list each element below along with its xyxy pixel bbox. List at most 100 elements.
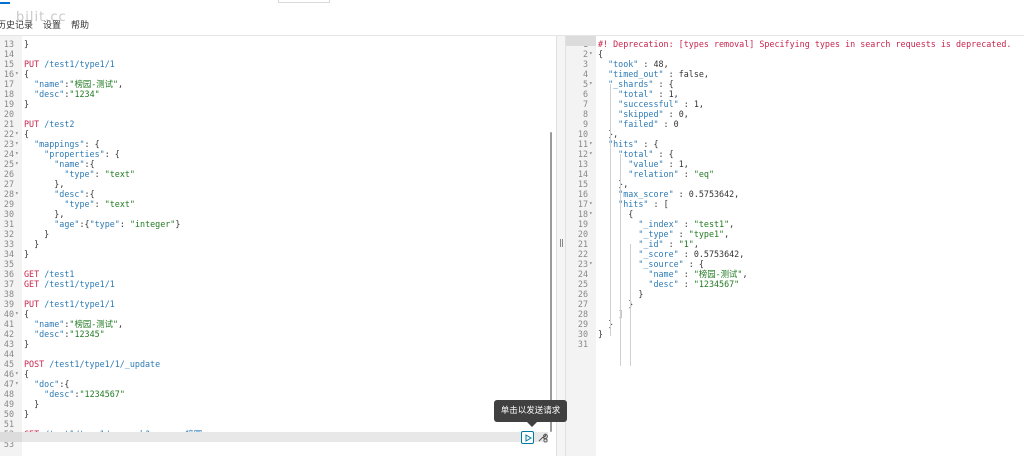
request-code-line[interactable]: "desc":"12345" <box>24 329 105 339</box>
response-code-line[interactable]: "_type" : "type1", <box>598 229 729 239</box>
request-code-line[interactable]: { <box>24 69 29 79</box>
response-code-line[interactable]: #! Deprecation: [types removal] Specifyi… <box>598 39 1011 49</box>
response-line-number: 16 <box>577 189 588 199</box>
request-line-number: 41 <box>3 319 14 329</box>
menu-help[interactable]: 帮助 <box>71 18 89 32</box>
response-code-line[interactable]: "_index" : "test1", <box>598 219 734 229</box>
request-code-area[interactable]: } PUT /test1/type1/1{ "name":"榜园-测试", "de… <box>22 36 556 456</box>
fold-toggle-icon[interactable]: ▾ <box>15 309 19 319</box>
request-code-line[interactable]: "mappings": { <box>24 139 100 149</box>
fold-toggle-icon[interactable]: ▾ <box>15 369 19 379</box>
fold-toggle-icon[interactable]: ▾ <box>589 149 593 159</box>
request-code-line[interactable]: } <box>24 229 49 239</box>
response-code-line[interactable]: } <box>598 299 633 309</box>
active-tab-indicator <box>0 0 10 4</box>
response-code-line[interactable]: "hits" : [ <box>598 199 668 209</box>
response-code-line[interactable]: "_source" : { <box>598 259 704 269</box>
response-viewer[interactable]: 12▾345▾67891011▾12▾1314151617▾18▾1920212… <box>566 36 1024 456</box>
response-code-line[interactable]: "relation" : "eq" <box>598 169 714 179</box>
request-code-line[interactable]: } <box>24 39 29 49</box>
request-code-line[interactable]: } <box>24 339 29 349</box>
request-editor[interactable]: 13 14 15 16 ▾ 17 18 19 20 21 22 ▾ 23 ▾ 24 ▾ 25 ▾ 26 27 28 ▾ 29… <box>0 36 556 456</box>
indent-guide <box>630 244 631 366</box>
response-code-line[interactable]: "_id" : "1", <box>598 239 699 249</box>
request-code-line[interactable]: "name":{ <box>24 159 94 169</box>
request-code-line[interactable]: } <box>24 239 39 249</box>
request-code-line[interactable]: } <box>24 409 29 419</box>
request-code-line[interactable]: PUT /test1/type1/1 <box>24 299 115 309</box>
response-code-line[interactable]: "timed_out" : false, <box>598 69 709 79</box>
response-code-line[interactable]: "successful" : 1, <box>598 99 704 109</box>
response-code-line[interactable]: }, <box>598 129 618 139</box>
request-line-number: 31 <box>3 219 14 229</box>
fold-toggle-icon[interactable]: ▾ <box>589 79 593 89</box>
request-code-line[interactable]: "desc":"1234567" <box>24 389 125 399</box>
response-line-number: 23 <box>577 259 588 269</box>
indent-guide <box>610 84 611 336</box>
request-code-line[interactable]: "name":"榜园-测试", <box>24 79 123 89</box>
request-code-line[interactable]: "properties": { <box>24 149 120 159</box>
request-line-number: 38 <box>3 289 14 299</box>
request-code-line[interactable]: "doc":{ <box>24 379 69 389</box>
request-code-line[interactable]: GET /test1 <box>24 269 74 279</box>
request-code-line[interactable]: { <box>24 369 29 379</box>
menu-history[interactable]: 历史记录 <box>0 18 33 32</box>
request-line-number: 44 <box>3 349 14 359</box>
resizer-grip-icon[interactable] <box>560 239 563 247</box>
request-code-line[interactable]: PUT /test2 <box>24 119 74 129</box>
fold-toggle-icon[interactable]: ▾ <box>15 149 19 159</box>
request-line-number: 29 <box>3 199 14 209</box>
fold-toggle-icon[interactable]: ▾ <box>589 209 593 219</box>
request-line-number: 15 <box>3 59 14 69</box>
fold-toggle-icon[interactable]: ▾ <box>589 49 593 59</box>
request-code-line[interactable]: "age":{"type": "integer"} <box>24 219 180 229</box>
request-line-number: 26 <box>3 169 14 179</box>
request-code-line[interactable]: { <box>24 309 29 319</box>
menu-settings[interactable]: 设置 <box>43 18 61 32</box>
request-scrollbar-thumb[interactable] <box>550 132 552 432</box>
response-code-line[interactable]: "value" : 1, <box>598 159 689 169</box>
request-code-line[interactable]: "desc":{ <box>24 189 94 199</box>
request-line-number: 46 <box>3 369 14 379</box>
request-code-line[interactable]: "type": "text" <box>24 169 135 179</box>
request-options-button[interactable] <box>536 431 549 444</box>
top-dropdown-stub[interactable] <box>278 0 330 3</box>
request-line-number: 28 <box>3 189 14 199</box>
request-code-line[interactable]: PUT /test1/type1/1 <box>24 59 115 69</box>
fold-toggle-icon[interactable]: ▾ <box>15 379 19 389</box>
response-code-line[interactable]: { <box>598 209 633 219</box>
response-code-line[interactable]: } <box>598 329 603 339</box>
fold-toggle-icon[interactable]: ▾ <box>15 159 19 169</box>
request-code-line[interactable]: } <box>24 249 29 259</box>
request-code-line[interactable]: } <box>24 99 29 109</box>
fold-toggle-icon[interactable]: ▾ <box>589 259 593 269</box>
response-line-number: 12 <box>577 149 588 159</box>
fold-toggle-icon[interactable]: ▾ <box>589 199 593 209</box>
request-code-line[interactable]: } <box>24 399 39 409</box>
request-code-line[interactable]: "name":"榜园-测试", <box>24 319 123 329</box>
response-code-area[interactable]: #! Deprecation: [types removal] Specifyi… <box>596 36 1024 456</box>
fold-toggle-icon[interactable]: ▾ <box>589 139 593 149</box>
response-line-number: 29 <box>577 319 588 329</box>
response-code-line[interactable]: "took" : 48, <box>598 59 669 69</box>
request-code-line[interactable]: "type": "text" <box>24 199 135 209</box>
request-line-number: 32 <box>3 229 14 239</box>
request-code-line[interactable]: }, <box>24 209 64 219</box>
fold-toggle-icon[interactable]: ▾ <box>15 69 19 79</box>
response-code-line[interactable]: }, <box>598 179 628 189</box>
fold-toggle-icon[interactable]: ▾ <box>15 189 19 199</box>
response-code-line[interactable]: "skipped" : 0, <box>598 109 689 119</box>
request-code-line[interactable]: GET /test1/type1/1 <box>24 279 115 289</box>
pane-resizer[interactable] <box>556 36 566 456</box>
request-line-number: 18 <box>3 89 14 99</box>
request-code-line[interactable]: }, <box>24 179 64 189</box>
fold-toggle-icon[interactable]: ▾ <box>15 139 19 149</box>
request-code-line[interactable]: POST /test1/type1/1/_update <box>24 359 160 369</box>
send-request-button[interactable] <box>521 431 534 444</box>
fold-toggle-icon[interactable]: ▾ <box>15 129 19 139</box>
request-code-line[interactable]: { <box>24 129 29 139</box>
request-code-line[interactable]: "desc":"1234" <box>24 89 100 99</box>
active-line-gutter <box>0 432 22 442</box>
response-code-line[interactable]: "hits" : { <box>598 139 658 149</box>
response-code-line[interactable]: { <box>598 49 603 59</box>
